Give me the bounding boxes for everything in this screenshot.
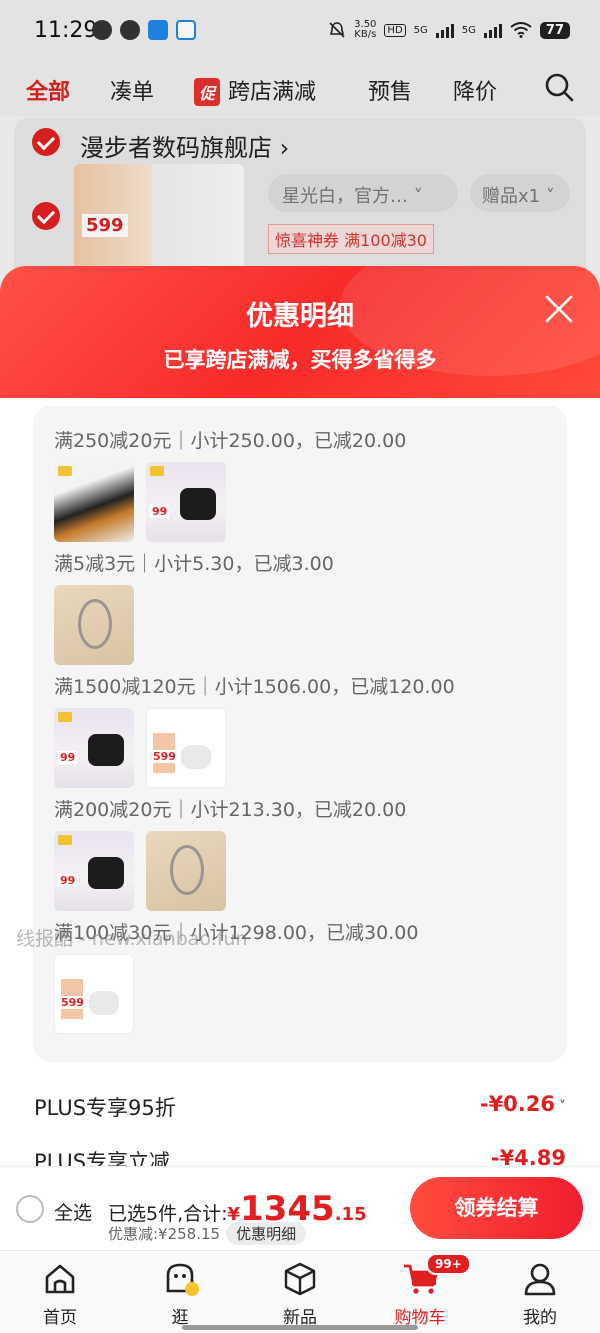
close-icon[interactable]: [544, 294, 574, 324]
plus-discount-row[interactable]: PLUS专享95折 -¥0.26 ˅: [34, 1092, 566, 1122]
product-thumb-scissors[interactable]: [146, 831, 226, 911]
watermark-text: 线报酷 - new.xianbao.fun: [16, 928, 248, 950]
cross-store-detail-card: 满250减20元｜小计250.00，已减20.00 99 满5减3元｜小计5.3…: [33, 406, 567, 1062]
nav-browse[interactable]: 逛: [120, 1251, 240, 1333]
tier-label: 满1500减120元｜小计1506.00，已减120.00: [54, 676, 455, 698]
thumb-price: 99: [58, 751, 78, 764]
box-icon: [284, 1262, 316, 1296]
plus-discount-amount-value: -¥0.26: [479, 1092, 555, 1116]
checkout-bar: 全选 已选5件,合计:¥1345.15 优惠减:¥258.15 优惠明细 领券结算: [0, 1166, 600, 1250]
nav-me-label: 我的: [523, 1308, 557, 1328]
discount-detail-button[interactable]: 优惠明细: [226, 1222, 307, 1245]
nav-home[interactable]: 首页: [0, 1251, 120, 1333]
product-thumb-cable[interactable]: [54, 462, 134, 542]
total-decimal: .15: [334, 1204, 367, 1225]
brand-badge-icon: [58, 712, 72, 722]
discount-text: 优惠减:¥258.15: [108, 1225, 221, 1243]
tier-products: 99: [54, 462, 226, 542]
thumb-price: 99: [150, 505, 170, 518]
brand-badge-icon: [58, 835, 72, 845]
chevron-down-icon: ˅: [559, 1099, 566, 1115]
discount-summary: 优惠减:¥258.15 优惠明细: [108, 1222, 307, 1245]
home-icon: [45, 1264, 75, 1294]
product-thumb-earbuds-white[interactable]: 599: [54, 954, 134, 1034]
thumb-price: 599: [59, 996, 86, 1009]
product-thumb-scissors[interactable]: [54, 585, 134, 665]
tier-products: 99: [54, 831, 226, 911]
plus-discount-amount: -¥0.26 ˅: [480, 1092, 566, 1116]
product-thumb-earbuds-black[interactable]: 99: [54, 831, 134, 911]
nav-me[interactable]: 我的: [480, 1251, 600, 1333]
sheet-subtitle: 已享跨店满减，买得多省得多: [163, 348, 437, 372]
bottom-nav: 首页 逛 新品 99+ 购物车 我的: [0, 1250, 600, 1333]
select-all-label[interactable]: 全选: [54, 1198, 92, 1225]
thumb-price: 99: [58, 874, 78, 887]
browse-mascot-icon: [166, 1263, 199, 1296]
discount-sheet-body: 满250减20元｜小计250.00，已减20.00 99 满5减3元｜小计5.3…: [0, 398, 600, 1174]
nav-home-label: 首页: [43, 1308, 77, 1328]
nav-new[interactable]: 新品: [240, 1251, 360, 1333]
product-thumb-earbuds-black[interactable]: 99: [54, 708, 134, 788]
select-all-checkbox[interactable]: [16, 1195, 44, 1223]
sheet-title: 优惠明细: [246, 301, 354, 332]
settle-button[interactable]: 领券结算: [410, 1177, 583, 1239]
cart-badge: 99+: [426, 1253, 471, 1275]
tier-products: 599: [54, 954, 134, 1034]
user-icon: [524, 1263, 556, 1296]
thumb-price: 599: [151, 750, 178, 763]
plus-discount-label: PLUS专享95折: [34, 1096, 176, 1120]
home-indicator[interactable]: [182, 1325, 418, 1330]
tier-products: [54, 585, 134, 665]
brand-badge-icon: [58, 466, 72, 476]
brand-badge-icon: [150, 466, 164, 476]
product-thumb-earbuds-black[interactable]: 99: [146, 462, 226, 542]
tier-products: 99 599: [54, 708, 226, 788]
discount-sheet-header: 优惠明细 已享跨店满减，买得多省得多: [0, 266, 600, 400]
tier-label: 满5减3元｜小计5.30，已减3.00: [54, 553, 334, 575]
tier-label: 满250减20元｜小计250.00，已减20.00: [54, 430, 407, 452]
product-thumb-earbuds-white[interactable]: 599: [146, 708, 226, 788]
nav-cart[interactable]: 99+ 购物车: [360, 1251, 480, 1333]
tier-label: 满200减20元｜小计213.30，已减20.00: [54, 799, 407, 821]
